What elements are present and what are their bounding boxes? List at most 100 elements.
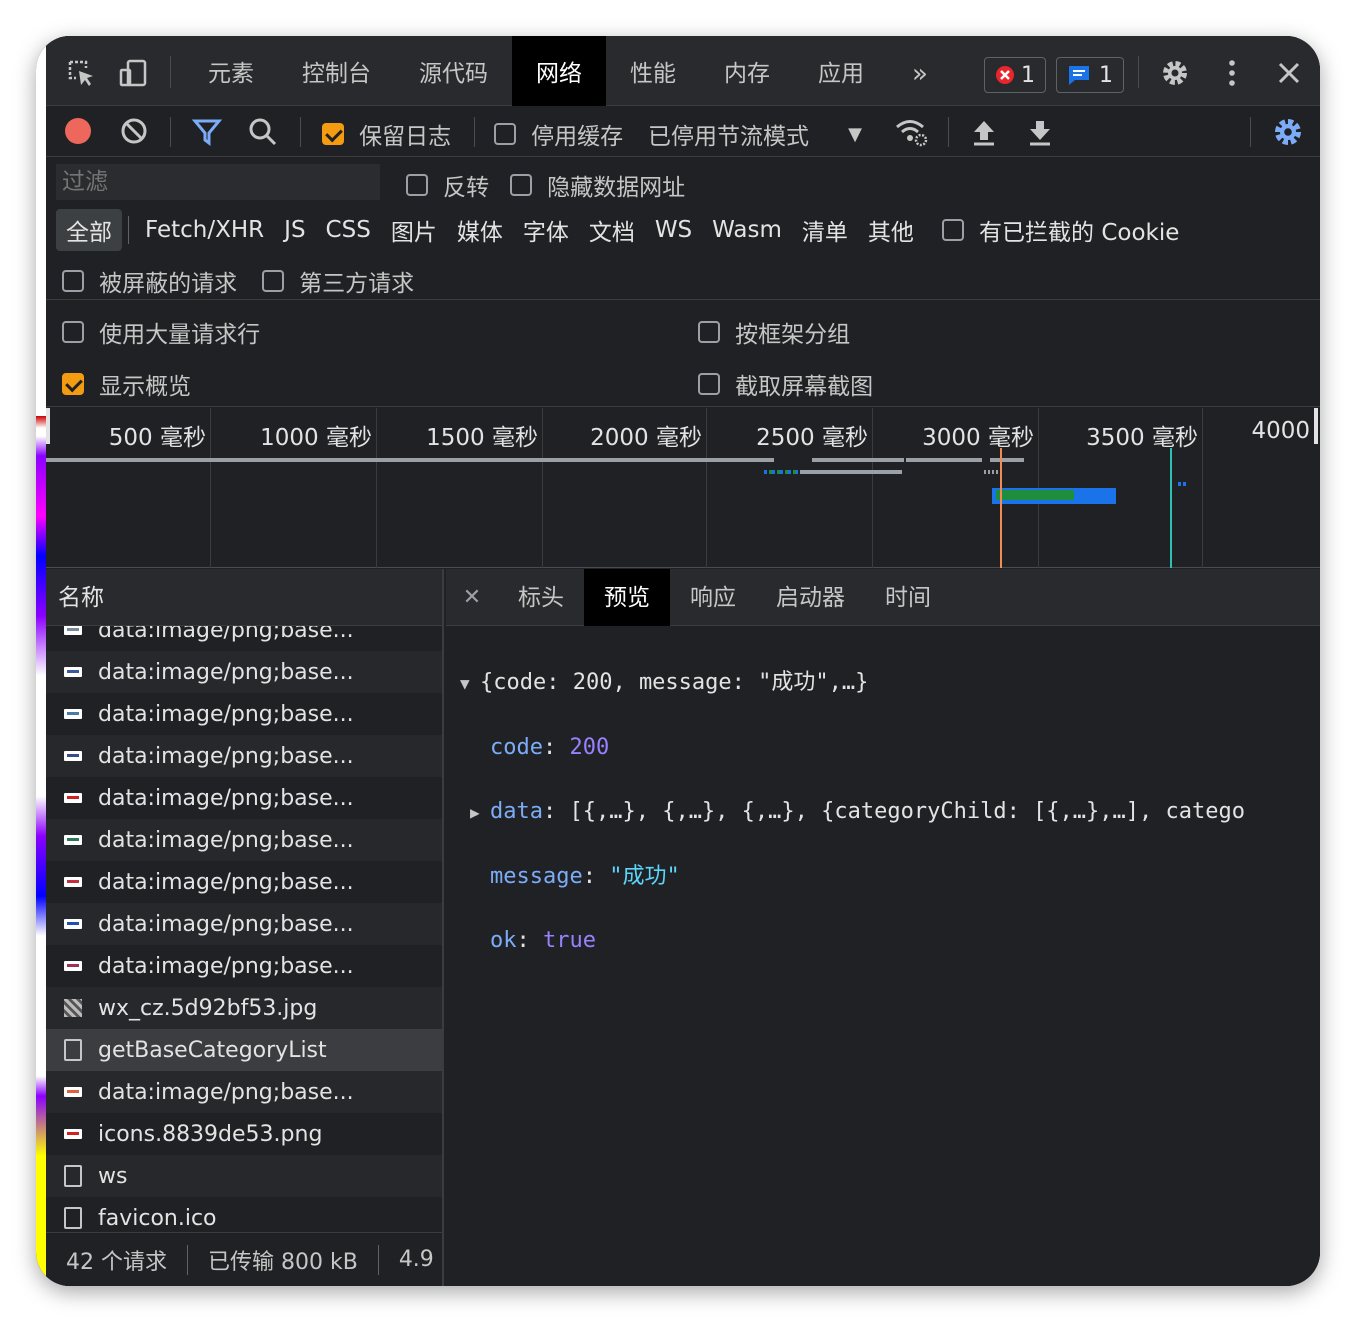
- type-filter-font[interactable]: 字体: [513, 209, 579, 251]
- capture-screenshots-checkbox[interactable]: [698, 373, 720, 395]
- json-root-row[interactable]: ▼ {code: 200, message: "成功",…}: [460, 667, 1245, 700]
- network-conditions-button[interactable]: [894, 116, 928, 152]
- group-by-frame-option[interactable]: 按框架分组: [698, 315, 850, 349]
- tab-response[interactable]: 响应: [670, 569, 756, 626]
- export-har-button[interactable]: [1026, 117, 1054, 151]
- request-row[interactable]: data:image/png;base...: [46, 735, 442, 777]
- request-row[interactable]: data:image/png;base...: [46, 819, 442, 861]
- type-filter-media[interactable]: 媒体: [447, 209, 513, 251]
- type-filter-all[interactable]: 全部: [56, 209, 122, 251]
- page-content-strip: [36, 36, 46, 1286]
- disable-cache-option[interactable]: 停用缓存: [494, 117, 623, 151]
- big-request-rows-checkbox[interactable]: [62, 321, 84, 343]
- tab-sources[interactable]: 源代码: [395, 36, 512, 106]
- triangle-right-icon[interactable]: ▶: [470, 797, 490, 829]
- settings-gear-icon[interactable]: [1160, 58, 1190, 88]
- record-button[interactable]: [64, 117, 92, 149]
- tab-application[interactable]: 应用: [794, 36, 888, 106]
- show-overview-checkbox[interactable]: [62, 373, 84, 395]
- tab-performance[interactable]: 性能: [606, 36, 700, 106]
- type-filter-doc[interactable]: 文档: [579, 209, 645, 251]
- import-har-button[interactable]: [970, 117, 998, 151]
- timeline-window-handle-left[interactable]: [46, 408, 50, 444]
- image-icon: [64, 625, 82, 635]
- request-row[interactable]: data:image/png;base...: [46, 861, 442, 903]
- invert-option[interactable]: 反转: [406, 168, 489, 202]
- timeline-request-bar-waiting: [996, 490, 1074, 500]
- big-request-rows-option[interactable]: 使用大量请求行: [62, 315, 260, 349]
- type-filter-js[interactable]: JS: [274, 213, 315, 247]
- triangle-down-icon[interactable]: ▼: [460, 668, 480, 700]
- close-detail-icon[interactable]: ✕: [446, 585, 498, 610]
- request-name: ws: [98, 1163, 128, 1189]
- request-row[interactable]: getBaseCategoryList: [46, 1029, 442, 1071]
- blocked-requests-option[interactable]: 被屏蔽的请求: [62, 264, 237, 298]
- request-row[interactable]: wx_cz.5d92bf53.jpg: [46, 987, 442, 1029]
- hide-data-urls-checkbox[interactable]: [510, 174, 532, 196]
- request-row[interactable]: data:image/png;base...: [46, 777, 442, 819]
- timeline-window-handle-right[interactable]: [1314, 408, 1318, 444]
- search-button[interactable]: [248, 117, 278, 151]
- request-row[interactable]: data:image/png;base...: [46, 693, 442, 735]
- devtools-topbar: 元素 控制台 源代码 网络 性能 内存 应用 » 1 1: [46, 36, 1320, 106]
- filter-input[interactable]: [56, 164, 380, 200]
- type-filter-manifest[interactable]: 清单: [792, 209, 858, 251]
- request-name: data:image/png;base...: [98, 827, 354, 853]
- filter-toggle-button[interactable]: [191, 117, 223, 151]
- image-icon: [64, 1129, 82, 1139]
- tab-timing[interactable]: 时间: [865, 569, 951, 626]
- type-filter-wasm[interactable]: Wasm: [702, 213, 792, 247]
- request-row[interactable]: data:image/png;base...: [46, 945, 442, 987]
- tab-elements[interactable]: 元素: [184, 36, 278, 106]
- tab-headers[interactable]: 标头: [498, 569, 584, 626]
- type-filter-img[interactable]: 图片: [381, 209, 447, 251]
- detail-tabs: ✕ 标头 预览 响应 启动器 时间: [446, 568, 1320, 626]
- json-key: message: [490, 864, 583, 889]
- request-row[interactable]: data:image/png;base...: [46, 1071, 442, 1113]
- preserve-log-checkbox[interactable]: [322, 123, 344, 145]
- blocked-cookies-checkbox[interactable]: [941, 219, 964, 241]
- inspect-element-icon[interactable]: [66, 58, 96, 88]
- blocked-requests-checkbox[interactable]: [62, 270, 84, 292]
- capture-screenshots-option[interactable]: 截取屏幕截图: [698, 367, 873, 401]
- request-row[interactable]: data:image/png;base...: [46, 651, 442, 693]
- clear-button[interactable]: [120, 117, 148, 149]
- more-options-icon[interactable]: [1222, 58, 1242, 88]
- type-filter-ws[interactable]: WS: [645, 213, 702, 247]
- close-devtools-icon[interactable]: [1274, 58, 1304, 88]
- json-ok-row: ok: true: [490, 928, 596, 953]
- tab-network[interactable]: 网络: [512, 36, 606, 106]
- timeline-tick-label: 4000: [1251, 418, 1310, 444]
- preserve-log-option[interactable]: 保留日志: [322, 117, 451, 151]
- upload-icon: [974, 121, 994, 146]
- blocked-cookies-option[interactable]: 有已拦截的 Cookie: [941, 213, 1179, 247]
- error-count-badge[interactable]: 1: [984, 57, 1046, 93]
- show-overview-option[interactable]: 显示概览: [62, 367, 191, 401]
- request-row[interactable]: icons.8839de53.png: [46, 1113, 442, 1155]
- invert-checkbox[interactable]: [406, 174, 428, 196]
- tab-console[interactable]: 控制台: [278, 36, 395, 106]
- hide-data-urls-option[interactable]: 隐藏数据网址: [510, 168, 685, 202]
- group-by-frame-checkbox[interactable]: [698, 321, 720, 343]
- third-party-checkbox[interactable]: [262, 270, 284, 292]
- device-toolbar-icon[interactable]: [118, 58, 148, 88]
- tab-memory[interactable]: 内存: [700, 36, 794, 106]
- timeline-overview[interactable]: 500 毫秒 1000 毫秒 1500 毫秒 2000 毫秒 2500 毫秒 3…: [46, 408, 1320, 568]
- throttling-select[interactable]: 已停用节流模式 ▼: [648, 117, 862, 151]
- topbar-divider: [1138, 56, 1139, 88]
- network-settings-button[interactable]: [1272, 116, 1304, 152]
- more-tabs-button[interactable]: »: [888, 36, 952, 106]
- name-column-header[interactable]: 名称: [46, 569, 442, 626]
- third-party-option[interactable]: 第三方请求: [262, 264, 414, 298]
- type-filter-css[interactable]: CSS: [316, 213, 381, 247]
- type-filter-fetch-xhr[interactable]: Fetch/XHR: [135, 213, 274, 247]
- request-row[interactable]: data:image/png;base...: [46, 903, 442, 945]
- request-row[interactable]: ws: [46, 1155, 442, 1197]
- json-data-row[interactable]: ▶ data: [{,…}, {,…}, {,…}, {categoryChild…: [460, 796, 1245, 829]
- toolbar-divider: [170, 117, 171, 147]
- disable-cache-checkbox[interactable]: [494, 123, 516, 145]
- message-count-badge[interactable]: 1: [1056, 57, 1124, 93]
- tab-preview[interactable]: 预览: [584, 568, 670, 626]
- tab-initiator[interactable]: 启动器: [756, 569, 865, 626]
- type-filter-other[interactable]: 其他: [858, 209, 924, 251]
